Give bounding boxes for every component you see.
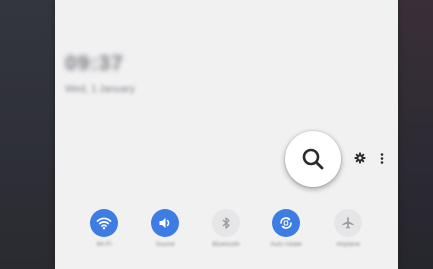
tile-label-airplane: Airplane: [336, 241, 360, 248]
wallpaper-right: [398, 0, 433, 269]
tile-airplane[interactable]: [334, 209, 362, 237]
tile-bluetooth[interactable]: [212, 209, 240, 237]
quick-panel: 09:37 Wed, 1 January Wi-Fi Sound Bluetoo…: [55, 0, 398, 269]
wallpaper-left: [0, 0, 55, 269]
clock-time: 09:37: [65, 52, 124, 75]
auto-rotate-icon: [280, 217, 292, 229]
more-vertical-icon[interactable]: [380, 153, 384, 164]
gear-icon[interactable]: [354, 152, 366, 164]
finder-search-button[interactable]: [285, 131, 341, 187]
tile-sound[interactable]: [151, 209, 179, 237]
search-icon: [302, 148, 324, 170]
tile-label-bluetooth: Bluetooth: [212, 241, 240, 248]
tile-label-wifi: Wi-Fi: [96, 241, 112, 248]
tile-auto-rotate[interactable]: [272, 209, 300, 237]
clock-date: Wed, 1 January: [65, 84, 135, 95]
bluetooth-icon: [222, 217, 230, 229]
airplane-icon: [342, 217, 354, 229]
tile-label-sound: Sound: [155, 241, 175, 248]
tile-label-auto-rotate: Auto rotate: [270, 241, 302, 248]
wifi-icon: [96, 217, 112, 230]
tile-wifi[interactable]: [90, 209, 118, 237]
sound-icon: [159, 218, 170, 228]
